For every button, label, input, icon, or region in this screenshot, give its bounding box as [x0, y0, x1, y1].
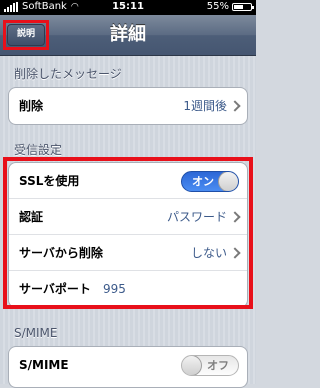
group-incoming: SSLを使用 オン 認証 パスワード サーバから削除 しない サーバポート 99…: [8, 162, 248, 308]
row-use-ssl: SSLを使用 オン: [9, 163, 247, 199]
toggle-knob: [182, 356, 202, 375]
row-label: 削除: [19, 99, 44, 113]
battery-icon: [232, 2, 254, 11]
battery-group: 55%: [206, 1, 254, 12]
row-value: しない: [190, 246, 227, 260]
chevron-right-icon: [229, 100, 241, 112]
section-header-deleted: 削除したメッセージ: [14, 67, 122, 81]
chevron-right-icon: [229, 211, 241, 223]
row-value: 1週間後: [183, 99, 227, 113]
row-label: サーバから削除: [19, 246, 103, 260]
row-server-port: サーバポート 995: [9, 271, 247, 307]
row-label: SSLを使用: [19, 174, 80, 188]
row-delete-deleted[interactable]: 削除 1週間後: [9, 88, 247, 124]
server-port-field[interactable]: 995: [103, 271, 126, 307]
toggle-state: オフ: [207, 359, 229, 372]
row-label: サーバポート: [19, 282, 91, 296]
navigation-bar: 詳細 説明: [0, 15, 256, 56]
row-label: 認証: [19, 210, 44, 224]
toggle-knob: [218, 172, 238, 191]
row-authentication[interactable]: 認証 パスワード: [9, 199, 247, 235]
row-smime: S/MIME オフ: [9, 347, 247, 383]
row-label: S/MIME: [19, 358, 69, 372]
smime-toggle[interactable]: オフ: [181, 355, 239, 376]
row-value: パスワード: [166, 210, 227, 224]
group-smime: S/MIME オフ: [8, 346, 248, 388]
toggle-state: オン: [192, 175, 214, 188]
ssl-toggle[interactable]: オン: [181, 171, 239, 192]
battery-fill: [234, 4, 243, 9]
section-header-smime: S/MIME: [14, 326, 58, 340]
battery-percent: 55%: [206, 1, 229, 12]
group-deleted: 削除 1週間後: [8, 87, 248, 125]
row-delete-from-server[interactable]: サーバから削除 しない: [9, 235, 247, 271]
status-bar: SoftBank ◠ 15:11 55%: [0, 0, 256, 15]
back-button-highlight: 説明: [3, 20, 49, 50]
back-button[interactable]: 説明: [7, 24, 45, 46]
chevron-right-icon: [229, 247, 241, 259]
section-header-incoming: 受信設定: [14, 143, 63, 157]
